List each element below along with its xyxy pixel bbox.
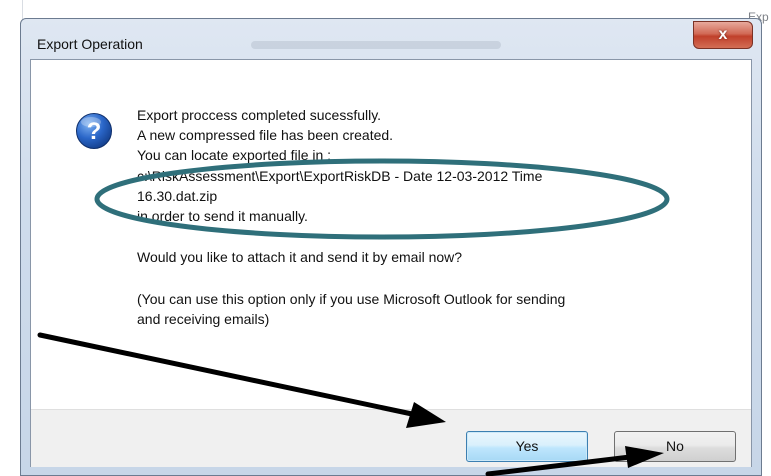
message-line: Export proccess completed sucessfully. — [137, 107, 382, 123]
dialog-title: Export Operation — [37, 36, 143, 52]
note-line: and receiving emails) — [137, 311, 270, 327]
dialog-button-bar: Yes No — [31, 409, 751, 467]
blurred-title-text — [251, 41, 501, 49]
yes-button[interactable]: Yes — [466, 431, 588, 462]
file-path-line: 16.30.dat.zip — [137, 188, 218, 204]
close-icon: x — [718, 26, 728, 43]
message-line: in order to send it manually. — [137, 208, 308, 224]
dialog-titlebar[interactable]: Export Operation x — [21, 19, 761, 59]
file-path-line: c:\RiskAssessment\Export\ExportRiskDB - … — [137, 168, 543, 184]
note-line: (You can use this option only if you use… — [137, 291, 566, 307]
question-icon: ? — [75, 112, 113, 150]
svg-text:?: ? — [87, 118, 102, 145]
message-line: A new compressed file has been created. — [137, 127, 394, 143]
message-line: You can locate exported file in : — [137, 147, 332, 163]
dialog-body: ? Export proccess completed sucessfully.… — [30, 59, 752, 467]
export-operation-dialog: Export Operation x ? Export proccess com… — [20, 18, 762, 476]
question-line: Would you like to attach it and send it … — [137, 249, 463, 265]
no-button[interactable]: No — [614, 431, 736, 462]
close-button[interactable]: x — [693, 21, 753, 49]
